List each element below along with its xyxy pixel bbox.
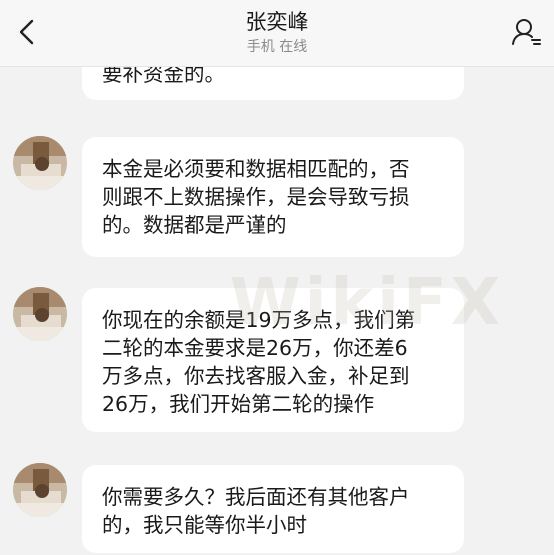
message-bubble[interactable]: 本金是必须要和数据相匹配的，否 则跟不上数据操作，是会导致亏损 的。数据都是严谨… bbox=[82, 137, 464, 257]
contact-profile-icon[interactable] bbox=[510, 16, 542, 48]
avatar[interactable] bbox=[13, 287, 67, 341]
message-text: 你现在的余额是19万多点，我们第 二轮的本金要求是26万，你还差6 万多点，你去… bbox=[102, 308, 416, 416]
contact-status: 手机 在线 bbox=[246, 39, 308, 55]
message-bubble[interactable]: 你现在的余额是19万多点，我们第 二轮的本金要求是26万，你还差6 万多点，你去… bbox=[82, 288, 464, 432]
chat-title-block: 张奕峰 手机 在线 bbox=[0, 8, 554, 57]
message-bubble[interactable]: 你需要多久？我后面还有其他客户 的，我只能等你半小时 bbox=[82, 465, 464, 553]
message-text: 你需要多久？我后面还有其他客户 的，我只能等你半小时 bbox=[102, 485, 410, 537]
chat-header: 张奕峰 手机 在线 bbox=[0, 0, 554, 67]
avatar[interactable] bbox=[13, 136, 67, 190]
chat-area: 要补资金的。 本金是必须要和数据相匹配的，否 则跟不上数据操作，是会导致亏损 的… bbox=[0, 0, 554, 555]
message-text: 本金是必须要和数据相匹配的，否 则跟不上数据操作，是会导致亏损 的。数据都是严谨… bbox=[102, 157, 410, 237]
avatar[interactable] bbox=[13, 463, 67, 517]
contact-name: 张奕峰 bbox=[245, 10, 309, 34]
